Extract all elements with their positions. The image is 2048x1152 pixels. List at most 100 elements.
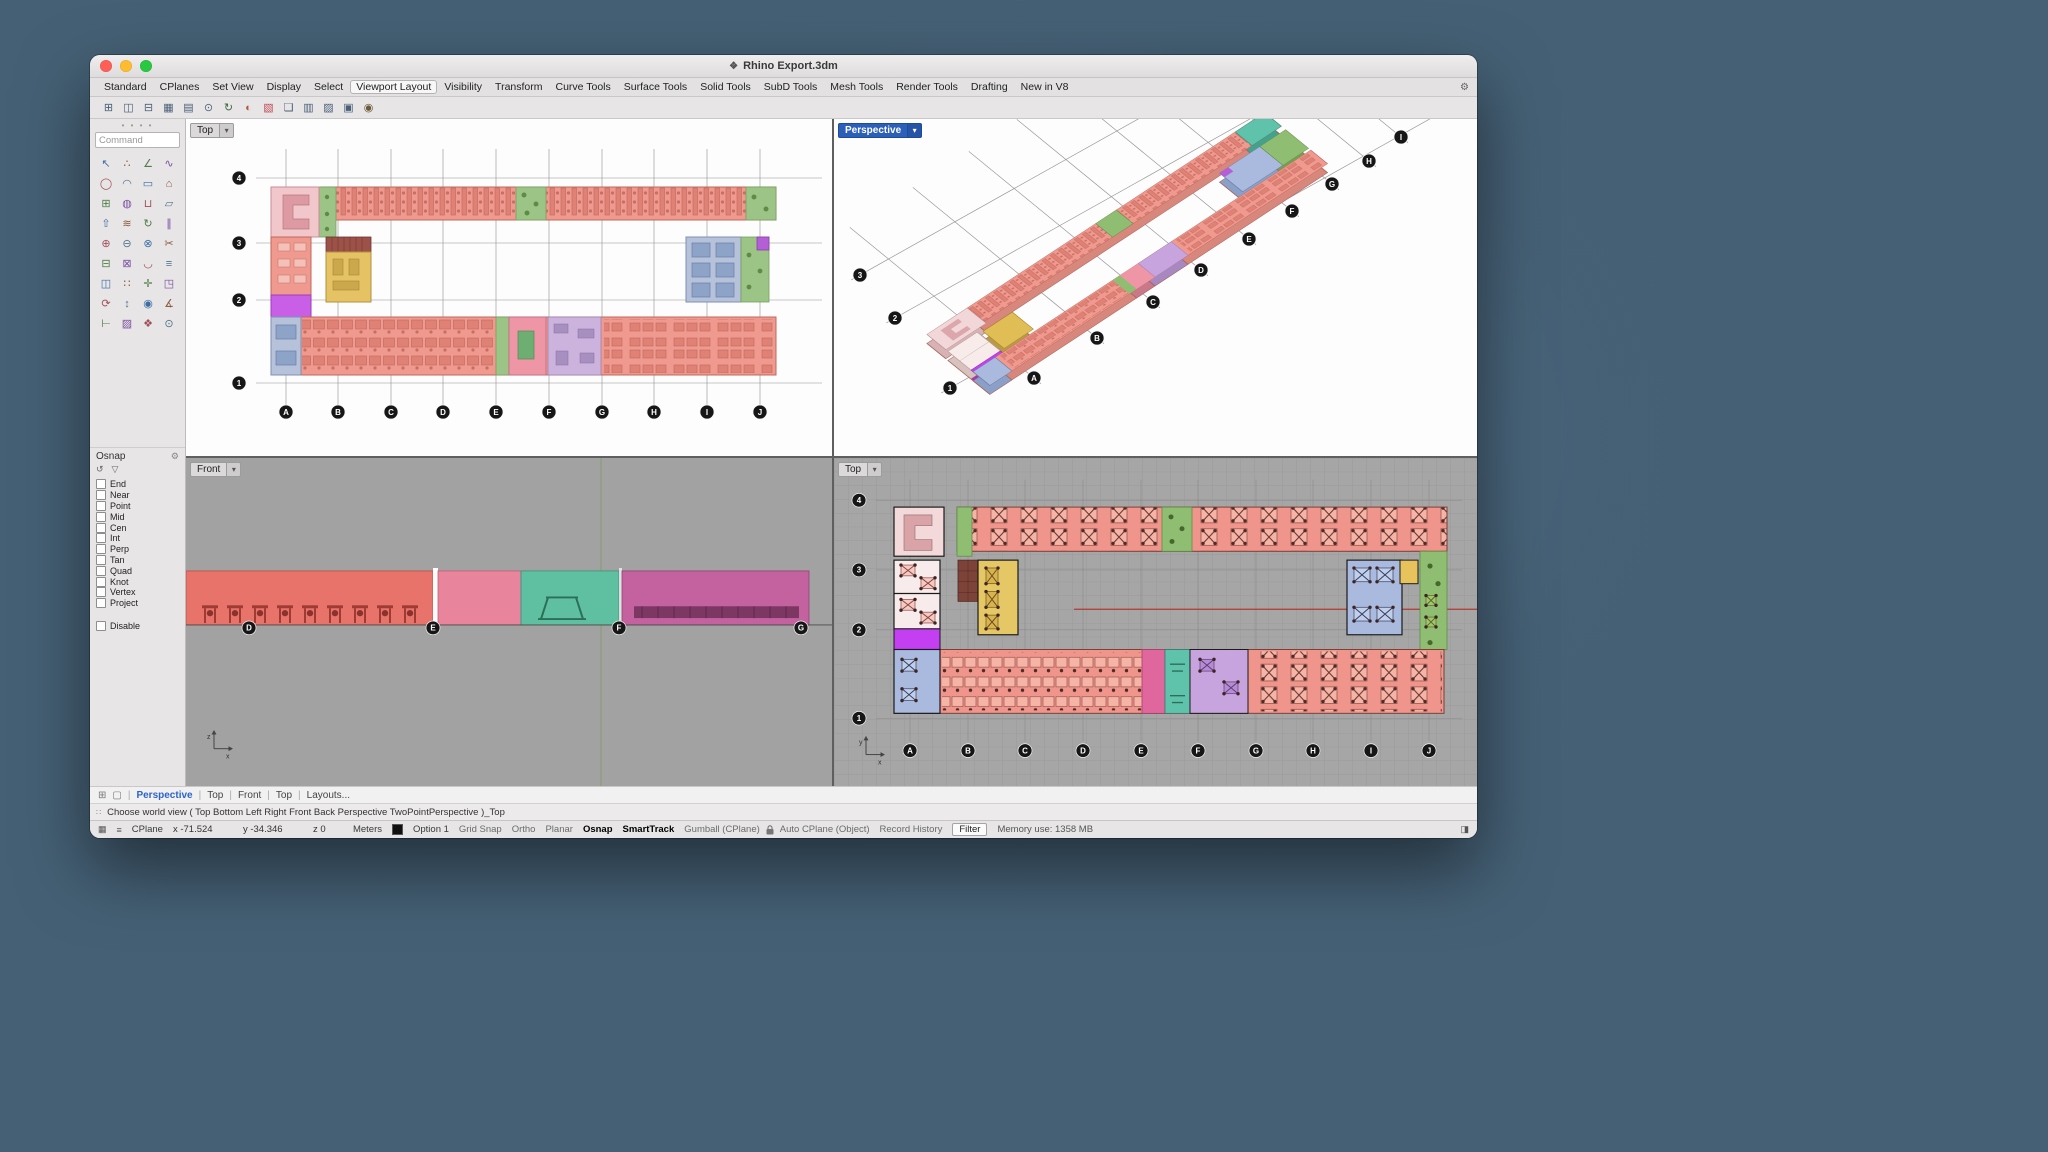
viewport-layout-icon[interactable]: ⊞	[100, 99, 117, 116]
boolean-intersection-tool-icon[interactable]: ⊗	[138, 234, 158, 253]
osnap-near[interactable]: Near	[96, 490, 179, 501]
trim-tool-icon[interactable]: ✂	[159, 234, 179, 253]
viewport-top-2-title[interactable]: Top ▾	[838, 462, 882, 477]
viewport-tab-layouts[interactable]: Layouts...	[307, 790, 350, 801]
panel-drag-handle[interactable]: • • • •	[90, 119, 185, 130]
chevron-down-icon[interactable]: ▾	[908, 123, 922, 138]
room-violet[interactable]	[757, 237, 769, 250]
viewport-tabs-icon[interactable]: ▤	[180, 99, 197, 116]
osnap-vertex[interactable]: Vertex	[96, 587, 179, 598]
desk-rows[interactable]	[942, 652, 1142, 710]
dimension-tool-icon[interactable]: ⊢	[96, 314, 116, 333]
offset-tool-icon[interactable]: ≡	[159, 254, 179, 273]
building-floor[interactable]	[927, 119, 1328, 385]
menu-curve-tools[interactable]: Curve Tools	[550, 80, 617, 94]
window-titlebar[interactable]: ❖ Rhino Export.3dm	[90, 55, 1477, 78]
menu-surface-tools[interactable]: Surface Tools	[618, 80, 693, 94]
osnap-filter-icon[interactable]: ▽	[112, 464, 119, 475]
status-toggle-planar[interactable]: Planar	[545, 824, 572, 835]
sphere-tool-icon[interactable]: ◍	[117, 194, 137, 213]
osnap-perp[interactable]: Perp	[96, 544, 179, 555]
screen-capture-icon[interactable]: ◉	[360, 99, 377, 116]
command-input[interactable]	[95, 132, 180, 148]
viewport-tab-front[interactable]: Front	[238, 790, 261, 801]
panel-right-icon[interactable]: ◨	[1460, 824, 1469, 834]
desk-wing-north[interactable]	[957, 507, 1447, 551]
new-layout-icon[interactable]: ❏	[280, 99, 297, 116]
room-teal[interactable]	[1165, 649, 1190, 713]
arc-tool-icon[interactable]: ◠	[117, 174, 137, 193]
select-tool-icon[interactable]: ↖	[96, 154, 116, 173]
building-floorplan[interactable]	[271, 187, 776, 375]
move-tool-icon[interactable]: ✛	[138, 274, 158, 293]
cylinder-tool-icon[interactable]: ⊔	[138, 194, 158, 213]
scale-tool-icon[interactable]: ↕	[117, 294, 137, 313]
building-elevation[interactable]	[186, 568, 809, 625]
revolve-tool-icon[interactable]: ↻	[138, 214, 158, 233]
split-viewport-vertical-icon[interactable]: ⊟	[140, 99, 157, 116]
osnap-gear-icon[interactable]: ⚙	[171, 451, 179, 462]
pipe-tool-icon[interactable]: ∥	[159, 214, 179, 233]
layer-color-swatch[interactable]	[392, 824, 403, 835]
extrude-tool-icon[interactable]: ⇧	[96, 214, 116, 233]
box-tool-icon[interactable]: ⊞	[96, 194, 116, 213]
minimize-window-button[interactable]	[120, 60, 132, 72]
viewport-front[interactable]: Front ▾	[186, 458, 832, 786]
viewport-top-2[interactable]: Top ▾	[834, 458, 1477, 786]
osnap-mid[interactable]: Mid	[96, 511, 179, 522]
viewport-front-canvas[interactable]: zx DEFG	[186, 458, 832, 786]
boolean-difference-tool-icon[interactable]: ⊖	[117, 234, 137, 253]
menu-transform[interactable]: Transform	[489, 80, 548, 94]
planted-area[interactable]	[746, 187, 776, 220]
menu-subd-tools[interactable]: SubD Tools	[758, 80, 824, 94]
checkbox[interactable]	[96, 587, 106, 597]
viewport-tab-top[interactable]: Top	[276, 790, 292, 801]
close-window-button[interactable]	[100, 60, 112, 72]
menu-set-view[interactable]: Set View	[206, 80, 259, 94]
viewport-front-title[interactable]: Front ▾	[190, 462, 241, 477]
rectangle-tool-icon[interactable]: ▭	[138, 174, 158, 193]
menu-display[interactable]: Display	[261, 80, 307, 94]
osnap-end[interactable]: End	[96, 479, 179, 490]
room-purple[interactable]	[894, 629, 940, 651]
status-toggle-ortho[interactable]: Ortho	[512, 824, 536, 835]
viewport-perspective-title[interactable]: Perspective ▾	[838, 123, 922, 138]
viewport-top-2-canvas[interactable]: yx ABCDEFGHIJ4321	[834, 458, 1477, 786]
lockers[interactable]	[326, 237, 371, 252]
units-button[interactable]: Meters	[353, 824, 382, 835]
fillet-tool-icon[interactable]: ◡	[138, 254, 158, 273]
osnap-int[interactable]: Int	[96, 533, 179, 544]
history-icon[interactable]: ∷	[96, 808, 101, 817]
desk-pods[interactable]	[604, 319, 774, 373]
checkbox[interactable]	[96, 512, 106, 522]
menu-drafting[interactable]: Drafting	[965, 80, 1014, 94]
viewport-tabs-page-icon[interactable]: ▢	[112, 790, 121, 801]
checkbox[interactable]	[96, 566, 106, 576]
four-viewports-icon[interactable]: ▦	[160, 99, 177, 116]
osnap-quad[interactable]: Quad	[96, 565, 179, 576]
viewport-top-canvas[interactable]: ABCDEFGHIJ4321	[186, 119, 832, 456]
checkbox[interactable]	[96, 544, 106, 554]
planted-strip[interactable]	[496, 317, 509, 375]
copy-tool-icon[interactable]: ◳	[159, 274, 179, 293]
render-preview-icon[interactable]: ▧	[260, 99, 277, 116]
checkbox[interactable]	[96, 490, 106, 500]
osnap-cursor-icon[interactable]: ↺	[96, 464, 104, 475]
gear-icon[interactable]: ⚙	[1460, 82, 1469, 93]
title-block-icon[interactable]: ▣	[340, 99, 357, 116]
checkbox[interactable]	[96, 577, 106, 587]
rotate-view-icon[interactable]: ↻	[220, 99, 237, 116]
curve-tool-icon[interactable]: ∿	[159, 154, 179, 173]
elevation-pink[interactable]	[438, 571, 521, 625]
chevron-down-icon[interactable]: ▾	[227, 462, 241, 477]
rotate-tool-icon[interactable]: ⟳	[96, 294, 116, 313]
menu-cplanes[interactable]: CPlanes	[154, 80, 206, 94]
osnap-point[interactable]: Point	[96, 501, 179, 512]
split-viewport-horizontal-icon[interactable]: ◫	[120, 99, 137, 116]
checkbox[interactable]	[96, 555, 106, 565]
osnap-disable[interactable]: Disable	[96, 621, 179, 632]
room-gold[interactable]	[1400, 560, 1418, 584]
menu-solid-tools[interactable]: Solid Tools	[694, 80, 757, 94]
command-history-bar[interactable]: ∷ Choose world view ( Top Bottom Left Ri…	[90, 803, 1477, 820]
checkbox[interactable]	[96, 479, 106, 489]
